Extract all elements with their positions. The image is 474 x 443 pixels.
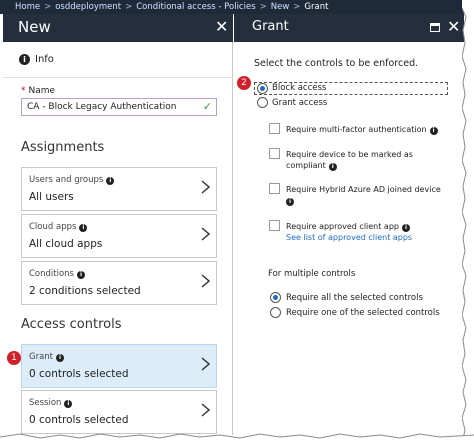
require-all-radio[interactable] [270,292,281,303]
new-blade-header: New ✕ [3,14,233,42]
callout-badge-2: 2 [237,76,251,90]
maximize-icon[interactable] [430,23,440,32]
info-bar[interactable]: i Info [3,42,233,78]
chevron-right-icon [201,357,210,371]
require-one-radio[interactable] [270,307,281,318]
block-access-label[interactable]: Block access [272,83,326,93]
checkmark-icon: ✓ [202,100,212,113]
card-value: 0 controls selected [29,414,129,426]
breadcrumb-policies[interactable]: Conditional access - Policies [136,2,255,12]
approved-app-checkbox[interactable] [269,220,280,231]
instruction-text: Select the controls to be enforced. [254,58,419,69]
mfa-label: Require multi-factor authentication i [286,124,438,135]
grant-card[interactable]: Grant i 0 controls selected [21,344,217,388]
conditions-card[interactable]: Conditions i 2 conditions selected [21,261,217,305]
breadcrumb-grant: Grant [304,2,329,12]
info-icon: i [286,198,294,206]
grant-blade-header: Grant ✕ [234,14,464,42]
info-icon: i [77,271,85,279]
require-all-label[interactable]: Require all the selected controls [286,293,423,303]
info-icon: i [106,177,115,185]
session-card[interactable]: Session i 0 controls selected [21,390,217,434]
info-icon: i [64,400,73,408]
name-label: * Name [21,86,55,96]
compliant-line2: compliant [286,161,326,170]
breadcrumb-tenant[interactable]: osddeployment [55,2,121,12]
breadcrumb: Home > osddeployment > Conditional access - … [0,0,464,14]
card-value: All cloud apps [29,238,103,250]
screenshot-frame: Home > osddeployment > Conditional access - … [0,0,474,443]
chevron-right-icon [201,274,210,288]
card-key: Users and groups [29,175,104,185]
grant-access-label[interactable]: Grant access [272,98,327,108]
card-key: Session [29,398,62,408]
breadcrumb-separator: > [259,2,267,12]
breadcrumb-separator: > [293,2,301,12]
grant-blade: Grant ✕ Select the controls to be enforc… [234,14,464,435]
card-key: Grant [29,352,54,362]
new-policy-blade: New ✕ i Info * Name CA - Block Legacy Aut… [3,14,233,435]
info-icon: i [429,127,438,135]
info-icon: i [56,354,65,362]
mfa-label-text: Require multi-factor authentication [286,125,427,134]
assignments-heading: Assignments [21,140,105,155]
card-value: 0 controls selected [29,368,129,380]
name-field[interactable]: CA - Block Legacy Authentication ✓ [21,98,217,116]
info-icon: i [402,224,410,232]
compliant-line1: Require device to be marked as [286,150,413,159]
require-one-label[interactable]: Require one of the selected controls [286,308,440,318]
card-key: Conditions [29,269,74,279]
breadcrumb-separator: > [44,2,52,12]
approved-line1: Require approved client app [286,222,399,231]
chevron-right-icon [201,180,210,194]
torn-edge-bottom [0,433,474,443]
close-icon[interactable]: ✕ [447,19,460,35]
hybrid-ad-label: Require Hybrid Azure AD joined device i [286,184,441,206]
callout-badge-1: 1 [7,351,21,365]
block-access-radio[interactable] [257,83,268,94]
breadcrumb-new[interactable]: New [271,2,290,12]
required-marker: * [21,86,26,96]
grant-access-radio[interactable] [257,97,268,108]
new-blade-title: New [18,18,51,36]
name-label-text: Name [28,86,56,96]
breadcrumb-separator: > [125,2,133,12]
info-icon: i [328,163,337,171]
hybrid-line1: Require Hybrid Azure AD joined device [286,185,441,194]
cloud-apps-card[interactable]: Cloud apps i All cloud apps [21,214,217,258]
info-label: Info [35,54,54,65]
torn-edge-right [462,0,474,443]
access-controls-heading: Access controls [21,317,122,332]
hybrid-ad-checkbox[interactable] [269,183,280,194]
compliant-device-label: Require device to be marked as compliant i [286,149,413,171]
card-value: 2 conditions selected [29,285,141,297]
card-value: All users [29,191,74,203]
chevron-right-icon [201,227,210,241]
mfa-checkbox[interactable] [269,123,280,134]
grant-blade-title: Grant [252,19,289,34]
info-icon: i [79,224,88,232]
approved-apps-link[interactable]: See list of approved client apps [286,233,412,242]
multiple-controls-heading: For multiple controls [268,269,356,279]
approved-app-label: Require approved client app i See list of … [286,221,412,243]
breadcrumb-home[interactable]: Home [15,2,40,12]
compliant-device-checkbox[interactable] [269,148,280,159]
chevron-right-icon [201,403,210,417]
info-icon: i [19,54,30,65]
users-and-groups-card[interactable]: Users and groups i All users [21,167,217,211]
close-icon[interactable]: ✕ [215,19,228,35]
card-key: Cloud apps [29,222,77,232]
name-field-value: CA - Block Legacy Authentication [27,102,177,112]
